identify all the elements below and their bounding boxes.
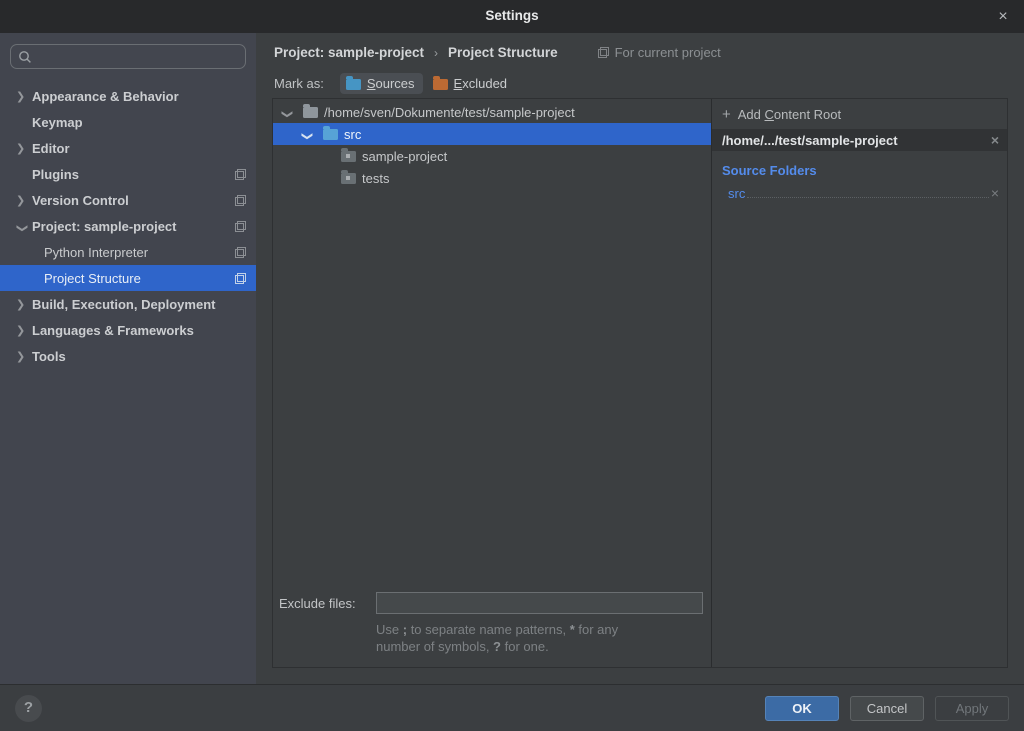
per-project-settings-icon: [235, 273, 246, 284]
excluded-folder-icon: [433, 79, 448, 90]
content-root-tree-panel: ❯ /home/sven/Dokumente/test/sample-proje…: [273, 99, 712, 667]
tree-row-sample-project[interactable]: sample-project: [273, 145, 711, 167]
apply-button[interactable]: Apply: [935, 696, 1009, 721]
dotted-leader: [747, 185, 988, 198]
breadcrumb-page: Project Structure: [448, 45, 558, 60]
folder-icon: [341, 151, 356, 162]
sidebar-item-keymap[interactable]: Keymap: [0, 109, 256, 135]
sidebar-item-build-execution-deployment[interactable]: ❯ Build, Execution, Deployment: [0, 291, 256, 317]
per-project-settings-icon: [235, 169, 246, 180]
sidebar-item-editor[interactable]: ❯ Editor: [0, 135, 256, 161]
folder-icon: [303, 107, 318, 118]
plus-icon: +: [722, 109, 731, 121]
sidebar-item-project-sample-project[interactable]: ❯ Project: sample-project: [0, 213, 256, 239]
source-folder-icon: [323, 129, 338, 140]
exclude-files-hint: Use ; to separate name patterns, * for a…: [376, 621, 703, 655]
sidebar-item-languages-frameworks[interactable]: ❯ Languages & Frameworks: [0, 317, 256, 343]
directory-tree: ❯ /home/sven/Dokumente/test/sample-proje…: [273, 99, 711, 189]
tree-row-tests[interactable]: tests: [273, 167, 711, 189]
sidebar-item-tools[interactable]: ❯ Tools: [0, 343, 256, 369]
chevron-right-icon[interactable]: ❯: [16, 298, 32, 311]
dialog-footer: ? OK Cancel Apply: [0, 684, 1024, 731]
mark-as-sources-button[interactable]: Sources: [340, 73, 423, 94]
sidebar-item-python-interpreter[interactable]: Python Interpreter: [0, 239, 256, 265]
chevron-down-icon[interactable]: ❯: [281, 107, 294, 121]
help-button[interactable]: ?: [15, 695, 42, 722]
settings-sidebar: ❯ Appearance & Behavior Keymap ❯ Editor …: [0, 33, 256, 684]
settings-dialog-body: ❯ Appearance & Behavior Keymap ❯ Editor …: [0, 33, 1024, 684]
tree-row-root[interactable]: ❯ /home/sven/Dokumente/test/sample-proje…: [273, 101, 711, 123]
exclude-files-label: Exclude files:: [279, 596, 376, 611]
sidebar-item-plugins[interactable]: Plugins: [0, 161, 256, 187]
footer-buttons: OK Cancel Apply: [765, 696, 1009, 721]
search-box[interactable]: [10, 44, 246, 69]
source-folder-item[interactable]: src ×: [712, 178, 1007, 201]
search-icon: [18, 50, 32, 64]
tree-label: tests: [362, 171, 389, 186]
settings-nav: ❯ Appearance & Behavior Keymap ❯ Editor …: [0, 83, 256, 369]
mark-as-label: Mark as:: [274, 76, 324, 91]
close-icon[interactable]: ×: [992, 6, 1014, 28]
breadcrumb-separator-icon: ›: [434, 46, 438, 60]
tree-row-src[interactable]: ❯ src: [273, 123, 711, 145]
exclude-files-section: Exclude files: Use ; to separate name pa…: [273, 592, 711, 667]
content-root-path: /home/.../test/sample-project: [722, 133, 898, 148]
scope-note: For current project: [598, 45, 721, 60]
content-root-detail-panel: + Add Content Root /home/.../test/sample…: [712, 99, 1007, 667]
folder-icon: [341, 173, 356, 184]
settings-content: Project: sample-project › Project Struct…: [256, 33, 1024, 684]
search-input[interactable]: [37, 49, 238, 64]
source-folders-heading: Source Folders: [712, 151, 1007, 178]
per-project-settings-icon: [235, 195, 246, 206]
sources-folder-icon: [346, 79, 361, 90]
chevron-right-icon[interactable]: ❯: [16, 350, 32, 363]
per-project-settings-icon: [598, 47, 609, 58]
chevron-right-icon[interactable]: ❯: [16, 90, 32, 103]
chevron-down-icon[interactable]: ❯: [16, 221, 29, 235]
remove-content-root-icon[interactable]: ×: [991, 132, 999, 148]
chevron-right-icon[interactable]: ❯: [16, 142, 32, 155]
source-folder-name: src: [728, 186, 745, 201]
search-wrap: [0, 33, 256, 77]
breadcrumb: Project: sample-project › Project Struct…: [274, 45, 1024, 60]
ok-button[interactable]: OK: [765, 696, 839, 721]
chevron-right-icon[interactable]: ❯: [16, 324, 32, 337]
chevron-right-icon[interactable]: ❯: [16, 194, 32, 207]
mark-as-excluded-button[interactable]: Excluded: [427, 73, 515, 94]
breadcrumb-project: Project: sample-project: [274, 45, 424, 60]
tree-label: sample-project: [362, 149, 447, 164]
mark-as-toolbar: Mark as: Sources Excluded: [274, 73, 1024, 94]
window-title: Settings: [0, 8, 1024, 23]
per-project-settings-icon: [235, 247, 246, 258]
sidebar-item-appearance-behavior[interactable]: ❯ Appearance & Behavior: [0, 83, 256, 109]
cancel-button[interactable]: Cancel: [850, 696, 924, 721]
page-header: Project: sample-project › Project Struct…: [256, 33, 1024, 98]
remove-source-folder-icon[interactable]: ×: [991, 185, 999, 201]
sidebar-item-project-structure[interactable]: Project Structure: [0, 265, 256, 291]
per-project-settings-icon: [235, 221, 246, 232]
sidebar-item-version-control[interactable]: ❯ Version Control: [0, 187, 256, 213]
chevron-down-icon[interactable]: ❯: [301, 129, 314, 143]
tree-label: /home/sven/Dokumente/test/sample-project: [324, 105, 575, 120]
window-titlebar: Settings ×: [0, 0, 1024, 33]
exclude-files-input[interactable]: [376, 592, 703, 614]
content-root-item[interactable]: /home/.../test/sample-project ×: [712, 129, 1007, 151]
project-structure-panels: ❯ /home/sven/Dokumente/test/sample-proje…: [272, 98, 1008, 668]
add-content-root-button[interactable]: + Add Content Root: [712, 99, 1007, 129]
tree-label: src: [344, 127, 361, 142]
